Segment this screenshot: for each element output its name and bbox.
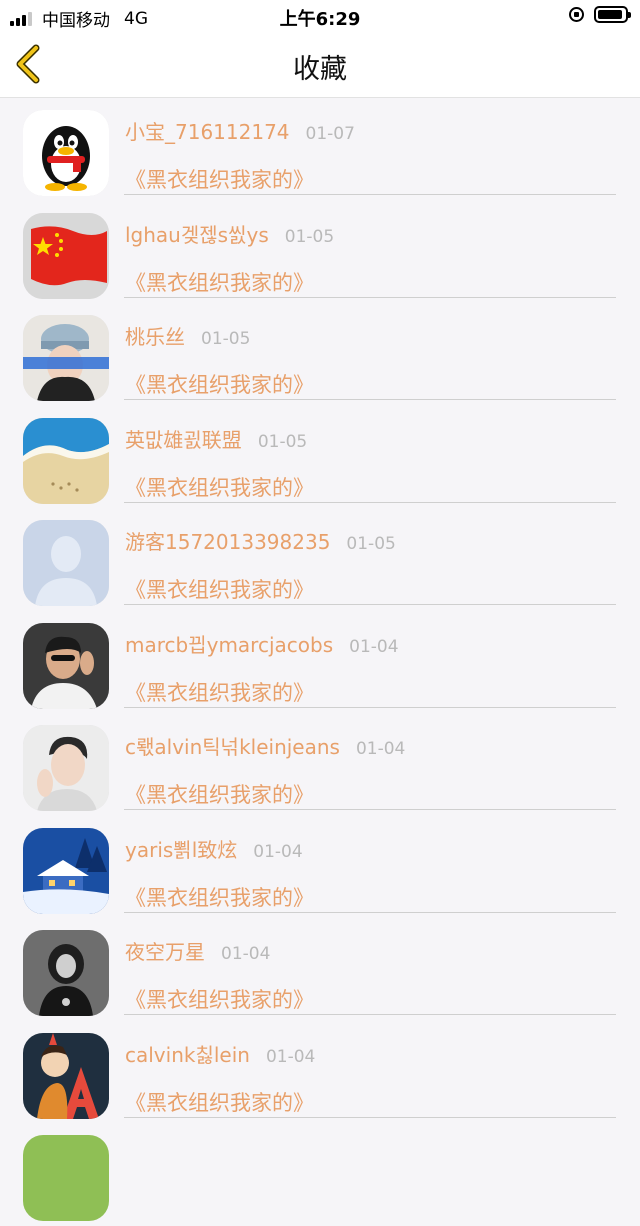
user-name: yaris뾝l致炫 xyxy=(125,837,238,862)
avatar[interactable] xyxy=(23,1135,109,1221)
user-name: marcb끱ymarcjacobs xyxy=(125,632,334,657)
item-title[interactable]: 《黑衣组织我家的》 xyxy=(125,677,314,707)
item-title[interactable]: 《黑衣组织我家的》 xyxy=(125,1087,314,1117)
beach-avatar[interactable] xyxy=(23,417,109,504)
divider xyxy=(124,911,616,913)
user-name: 桃乐丝 xyxy=(125,325,185,349)
item-date: 01-04 xyxy=(221,944,271,964)
item-date: 01-05 xyxy=(201,329,251,349)
china-flag-avatar[interactable] xyxy=(23,212,109,299)
snow-house-avatar[interactable] xyxy=(23,827,109,914)
favorite-item[interactable]: marcb끱ymarcjacobs 01-04 《黑衣组织我家的》 xyxy=(0,611,640,714)
item-date: 01-07 xyxy=(305,124,355,144)
favorite-item-partial[interactable] xyxy=(0,1123,640,1226)
item-date: 01-05 xyxy=(346,534,396,554)
user-name: 游客1572013398235 xyxy=(125,530,331,554)
man-sunglasses-avatar[interactable] xyxy=(23,622,109,709)
user-name: 夜空万星 xyxy=(125,940,205,964)
item-date: 01-04 xyxy=(253,841,303,862)
item-title[interactable]: 《黑衣组织我家的》 xyxy=(125,369,314,399)
divider xyxy=(124,1014,616,1015)
favorite-item[interactable]: yaris뾝l致炫 01-04 《黑衣组织我家的》 xyxy=(0,816,640,919)
item-title[interactable]: 《黑衣组织我家的》 xyxy=(125,882,314,912)
favorite-item[interactable]: 桃乐丝 01-05 《黑衣组织我家的》 xyxy=(0,303,640,406)
girl-cap-avatar[interactable] xyxy=(23,315,109,401)
favorites-list: 小宝_716112174 01-07 《黑衣组织我家的》 lghau겢젢s씴ys 0… xyxy=(0,98,640,1226)
divider xyxy=(124,809,616,810)
divider xyxy=(124,296,616,298)
item-date: 01-04 xyxy=(349,636,399,657)
divider xyxy=(124,194,616,195)
divider xyxy=(124,706,616,708)
user-name: lghau겢젢s씴ys xyxy=(125,222,269,247)
item-title[interactable]: 《黑衣组织我家的》 xyxy=(125,267,314,297)
divider xyxy=(124,1116,616,1118)
default-user-avatar[interactable] xyxy=(23,520,109,606)
page-title: 收藏 xyxy=(293,54,347,85)
item-date: 01-04 xyxy=(355,739,406,759)
item-title[interactable]: 《黑衣组织我家的》 xyxy=(125,574,314,604)
item-date: 01-04 xyxy=(265,1046,316,1067)
cartoon-letter-a-avatar[interactable] xyxy=(23,1032,109,1119)
divider xyxy=(124,501,616,503)
item-title[interactable]: 《黑衣组织我家的》 xyxy=(125,164,314,194)
rotation-lock-icon xyxy=(569,7,584,22)
item-date: 01-05 xyxy=(257,431,308,452)
battery-icon xyxy=(594,6,631,23)
divider xyxy=(124,399,616,400)
favorite-item[interactable]: calvink칧lein 01-04 《黑衣组织我家的》 xyxy=(0,1021,640,1124)
qq-penguin-avatar[interactable] xyxy=(23,110,109,196)
user-name: c뢗alvin틱넊kleinjeans xyxy=(125,735,340,759)
item-title[interactable]: 《黑衣组织我家的》 xyxy=(125,984,314,1014)
nav-bar: 收藏 xyxy=(0,32,640,98)
favorite-item[interactable]: 游客1572013398235 01-05 《黑衣组织我家的》 xyxy=(0,508,640,611)
user-name: 小宝_716112174 xyxy=(125,120,290,144)
favorite-item[interactable]: c뢗alvin틱넊kleinjeans 01-04 《黑衣组织我家的》 xyxy=(0,713,640,816)
dark-figure-avatar[interactable] xyxy=(23,930,109,1016)
favorite-item[interactable]: 英맚雄굀联盟 01-05 《黑衣组织我家的》 xyxy=(0,406,640,509)
item-date: 01-05 xyxy=(284,226,335,247)
item-title[interactable]: 《黑衣组织我家的》 xyxy=(125,779,314,809)
status-bar: 中国移动 4G 上午6:29 xyxy=(0,0,640,32)
user-name: calvink칧lein xyxy=(125,1042,250,1067)
favorite-item[interactable]: 夜空万星 01-04 《黑衣组织我家的》 xyxy=(0,918,640,1021)
young-man-avatar[interactable] xyxy=(23,725,109,811)
status-time: 上午6:29 xyxy=(279,9,361,30)
user-name: 英맚雄굀联盟 xyxy=(125,427,242,452)
favorite-item[interactable]: lghau겢젢s씴ys 01-05 《黑衣组织我家的》 xyxy=(0,201,640,304)
divider xyxy=(124,604,616,605)
item-title[interactable]: 《黑衣组织我家的》 xyxy=(125,472,314,502)
favorite-item[interactable]: 小宝_716112174 01-07 《黑衣组织我家的》 xyxy=(0,98,640,201)
